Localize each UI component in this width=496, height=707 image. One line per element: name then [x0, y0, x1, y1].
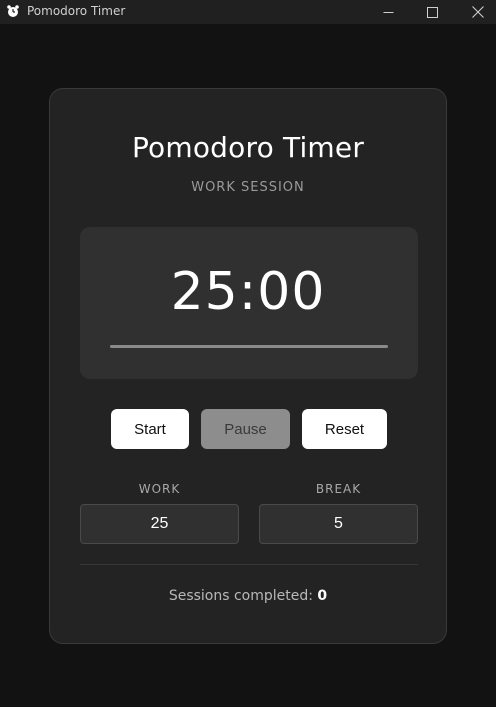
reset-button[interactable]: Reset [302, 409, 387, 449]
window-titlebar: Pomodoro Timer [0, 0, 496, 24]
close-button[interactable] [455, 0, 496, 24]
break-duration-label: BREAK [315, 482, 362, 496]
sessions-completed: Sessions completed: 0 [0, 588, 496, 604]
minimize-button[interactable] [365, 0, 411, 24]
page-title: Pomodoro Timer [131, 131, 365, 164]
pause-button[interactable]: Pause [201, 409, 290, 449]
maximize-button[interactable] [409, 0, 455, 24]
window-title: Pomodoro Timer [27, 4, 126, 18]
sessions-completed-count: 0 [317, 588, 328, 604]
work-duration-label: WORK [138, 482, 181, 496]
work-duration-input[interactable]: 25 [80, 504, 239, 544]
close-icon [472, 6, 484, 18]
break-duration-input[interactable]: 5 [259, 504, 418, 544]
minimize-icon [383, 11, 393, 13]
session-label: WORK SESSION [191, 180, 305, 195]
progress-bar [110, 345, 388, 348]
maximize-icon [426, 6, 438, 18]
sessions-completed-label: Sessions completed: [168, 588, 313, 604]
divider [80, 564, 418, 565]
timer-display: 25:00 [170, 262, 326, 322]
start-button[interactable]: Start [111, 409, 189, 449]
progress-bar-fill [110, 345, 388, 348]
alarm-clock-icon [7, 5, 19, 17]
